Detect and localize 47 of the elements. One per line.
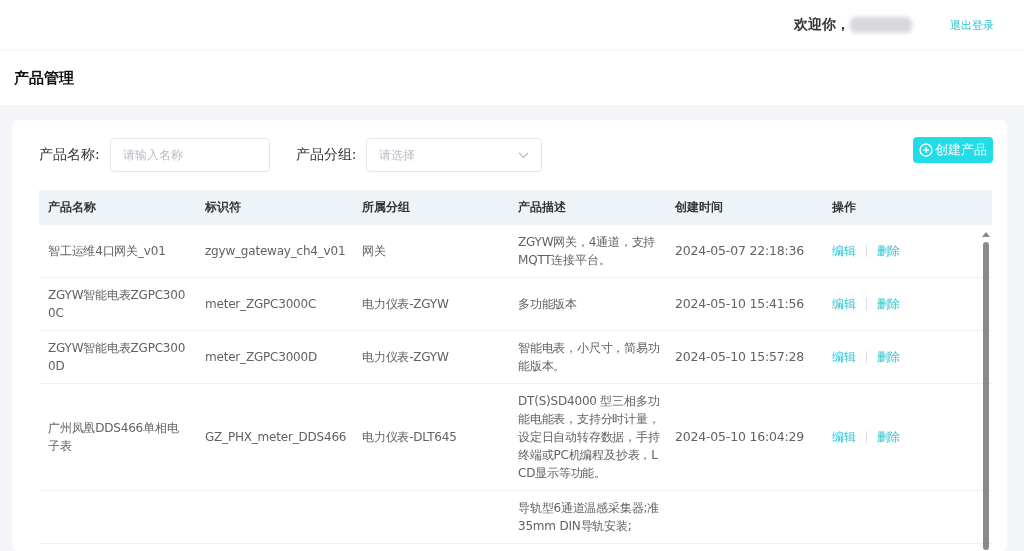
scrollbar[interactable] [981,232,991,551]
table-cell: meter_ZGPC3000D [196,330,353,384]
filter-label: 产品分组: [295,146,357,164]
edit-link[interactable]: 编辑 [832,428,856,446]
create-product-button[interactable]: 创建产品 [913,137,993,163]
delete-link[interactable]: 删除 [876,295,901,313]
table-cell: zgyw_gateway_ch4_v01 [196,225,353,278]
column-header: 创建时间 [666,190,823,225]
table-cell: meter_ZGPC3000C [196,277,353,331]
table-cell: ZGYW智能电表ZGPC3000C [39,277,196,331]
column-header: 标识符 [196,190,353,225]
table-cell: 智能电表，小尺寸，简易功能版本。 [509,330,666,384]
delete-link[interactable]: 删除 [876,242,901,260]
table-cell: 电力仪表-ZGYW [353,330,509,384]
table-cell: GZ_PHX_meter_DDS466 [196,383,353,491]
table-cell: 2024-05-10 16:04:29 [666,383,823,491]
edit-link[interactable]: 编辑 [832,242,856,260]
edit-link[interactable]: 编辑 [832,348,856,366]
page-title: 产品管理 [14,68,74,88]
blurred-name [850,17,912,33]
column-header: 产品描述 [509,190,666,225]
table-cell: 电力仪表-DLT645 [353,383,509,491]
table-cell: DT(S)SD4000 型三相多功能电能表，支持分时计量，设定日自动转存数据，手持终端或PC机编程及抄表，LCD显示等功能。 [509,383,666,491]
chevron-down-icon [518,151,530,159]
table-cell: 2024-05-10 15:41:56 [666,277,823,331]
name-input-field[interactable]: 请输入名称 [109,138,270,172]
table-cell: 多功能版本 [509,277,666,331]
group-select[interactable]: 请选择 [366,138,543,172]
table-cell: 2024-05-10 15:57:28 [666,330,823,384]
table-cell: ZGYW网关，4通道，支持MQTT连接平台。 [509,225,666,278]
welcome-text: 欢迎你， [794,16,850,34]
table-cell: 导轨型6通道温感采集器;准35mm DIN导轨安装; [509,490,666,544]
delete-link[interactable]: 删除 [876,428,901,446]
edit-link[interactable]: 编辑 [832,295,856,313]
filter-label: 产品名称: [39,146,100,164]
column-header: 操作 [823,190,992,225]
delete-link[interactable]: 删除 [876,348,901,366]
column-header: 所属分组 [353,190,509,225]
table-cell: 智工运维4口网关_v01 [39,225,196,278]
logout-link[interactable]: 退出登录 [950,17,994,33]
table-cell: 2024-05-07 22:18:36 [666,225,823,278]
table-cell: 网关 [353,225,509,278]
table-cell: 电力仪表-ZGYW [353,277,509,331]
table-cell: ZGYW智能电表ZGPC3000D [39,330,196,384]
plus-circle-icon [919,143,933,157]
column-header: 产品名称 [39,190,196,225]
table-cell: 广州凤凰DDS466单相电子表 [39,383,196,491]
